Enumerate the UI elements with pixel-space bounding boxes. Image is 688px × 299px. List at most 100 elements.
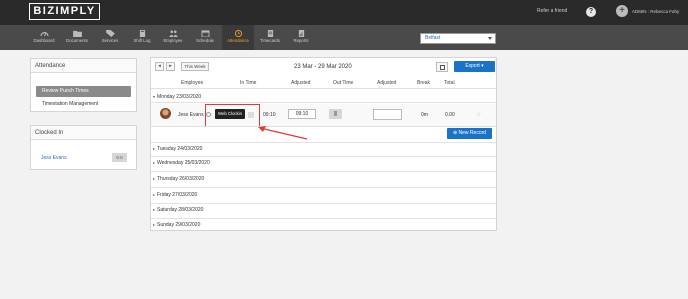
day-label: Friday 27/03/2020 <box>157 192 198 198</box>
column-header-in-time: In Time <box>240 80 257 86</box>
main-nav: Dashboard Documents Services Shift Log E… <box>0 25 688 50</box>
chevron-down-icon <box>488 37 492 40</box>
export-button[interactable]: Export ▾ <box>454 61 495 72</box>
nav-label: Schedule <box>196 38 214 43</box>
day-row-monday[interactable]: Monday 23/03/2020 <box>153 94 201 100</box>
day-label: Saturday 28/03/2020 <box>157 207 204 213</box>
column-header-total: Total <box>444 80 455 86</box>
adjusted-out-input[interactable] <box>373 109 402 120</box>
tag-icon <box>105 30 115 37</box>
adjusted-in-input[interactable]: 09:10 <box>288 109 316 119</box>
day-row-sunday[interactable]: Sunday 29/03/2020 <box>153 222 200 228</box>
caret-right-icon <box>153 177 155 180</box>
sidebar-item-timestation-management[interactable]: Timestation Management <box>42 101 98 107</box>
total-value: 0.00 <box>445 112 455 118</box>
star-icon[interactable]: ☆ <box>476 111 481 118</box>
calendar-button[interactable] <box>436 62 448 72</box>
nav-attendance[interactable]: Attendance <box>222 25 254 50</box>
day-label: Wednesday 25/03/2020 <box>157 160 210 166</box>
clocked-in-employee-link[interactable]: Jess Evans <box>41 155 67 161</box>
day-row-tuesday[interactable]: Tuesday 24/03/2020 <box>153 146 202 152</box>
this-week-button[interactable]: This Week <box>181 62 209 71</box>
nav-timecards[interactable]: Timecards <box>256 25 284 50</box>
divider <box>151 218 496 219</box>
people-icon <box>168 30 178 37</box>
in-time-value: 09:10 <box>263 112 276 118</box>
column-header-adjusted-out: Adjusted <box>377 80 397 86</box>
nav-services[interactable]: Services <box>95 25 125 50</box>
divider <box>151 88 496 89</box>
divider <box>151 102 496 103</box>
divider <box>151 203 496 204</box>
prev-week-button[interactable]: ◂ <box>155 62 164 71</box>
employee-name[interactable]: Jess Evans <box>178 112 204 118</box>
location-value: Belfast <box>425 35 441 41</box>
caret-right-icon <box>153 208 155 211</box>
highlight-box <box>205 104 260 127</box>
avatar <box>160 108 171 119</box>
nav-label: Employee <box>163 38 183 43</box>
attendance-panel-title: Attendance <box>31 59 136 73</box>
nav-schedule[interactable]: Schedule <box>191 25 219 50</box>
sidebar-item-review-punch-times[interactable]: Review Punch Times <box>36 86 131 97</box>
caret-down-icon <box>153 95 155 98</box>
column-header-out-time: Out Time <box>333 80 354 86</box>
nav-documents[interactable]: Documents <box>62 25 92 50</box>
day-label: Monday 23/03/2020 <box>157 94 202 100</box>
day-row-saturday[interactable]: Saturday 28/03/2020 <box>153 207 203 213</box>
divider <box>151 156 496 157</box>
refer-a-friend-link[interactable]: Refer a friend <box>537 8 567 14</box>
column-header-employee: Employee <box>181 80 204 86</box>
nav-label: Shift Log <box>133 38 151 43</box>
column-header-adjusted-in: Adjusted <box>291 80 311 86</box>
date-range: 23 Mar - 29 Mar 2020 <box>294 64 352 70</box>
day-label: Thursday 26/03/2020 <box>157 176 205 182</box>
clocked-in-hours: 0.0 <box>112 153 127 162</box>
divider <box>151 171 496 172</box>
help-icon[interactable]: ? <box>586 7 596 17</box>
admin-plus-icon[interactable]: + <box>616 5 628 17</box>
top-bar: BIZIMPLY Refer a friend ? + ADMIN : Rebe… <box>0 0 688 25</box>
nav-reports[interactable]: Reports <box>287 25 315 50</box>
nav-label: Documents <box>66 38 88 43</box>
caret-right-icon <box>153 193 155 196</box>
report-icon <box>298 30 304 37</box>
pause-icon <box>334 111 337 116</box>
nav-dashboard[interactable]: Dashboard <box>29 25 59 50</box>
day-row-wednesday[interactable]: Wednesday 25/03/2020 <box>153 160 210 166</box>
nav-employee[interactable]: Employee <box>159 25 187 50</box>
location-select[interactable]: Belfast <box>420 33 496 44</box>
bizimply-logo[interactable]: BIZIMPLY <box>29 3 100 20</box>
day-label: Sunday 29/03/2020 <box>157 222 201 228</box>
caret-right-icon <box>153 161 155 164</box>
folder-icon <box>72 30 82 37</box>
nav-label: Timecards <box>260 38 280 43</box>
calendar-icon <box>201 30 209 37</box>
nav-label: Attendance <box>227 38 249 43</box>
book-icon <box>139 30 145 37</box>
divider <box>151 187 496 188</box>
divider <box>151 142 496 143</box>
day-row-thursday[interactable]: Thursday 26/03/2020 <box>153 176 204 182</box>
next-week-button[interactable]: ▸ <box>166 62 175 71</box>
new-record-button[interactable]: ⊕ New Record <box>447 128 492 139</box>
day-row-friday[interactable]: Friday 27/03/2020 <box>153 192 197 198</box>
clock-icon <box>234 30 242 37</box>
divider <box>151 126 496 127</box>
caret-right-icon <box>153 223 155 226</box>
break-value: 0m <box>421 112 428 118</box>
nav-shift-log[interactable]: Shift Log <box>128 25 156 50</box>
column-header-break: Break <box>417 80 431 86</box>
admin-user-menu[interactable]: ADMIN : Rebecca Fahy <box>632 9 679 14</box>
card-icon <box>267 30 273 37</box>
caret-right-icon <box>153 147 155 150</box>
dashboard-icon <box>39 32 49 37</box>
day-label: Tuesday 24/03/2020 <box>157 146 203 152</box>
nav-label: Reports <box>293 38 309 43</box>
clock-out-button[interactable] <box>329 109 342 119</box>
punch-times-panel: ◂ ▸ This Week 23 Mar - 29 Mar 2020 Expor… <box>150 57 497 231</box>
clocked-in-title: Clocked In <box>31 126 136 140</box>
nav-label: Services <box>101 38 119 43</box>
calendar-icon <box>440 65 445 70</box>
attendance-panel: Attendance Review Punch Times Timestatio… <box>30 58 137 112</box>
